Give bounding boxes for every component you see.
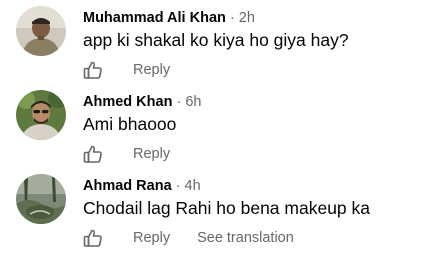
comment-text: app ki shakal ko kiya ho giya hay?: [83, 30, 349, 50]
comment-actions: Reply: [83, 59, 170, 81]
avatar[interactable]: [16, 6, 66, 56]
comment-time[interactable]: 6h: [185, 94, 201, 110]
thumbs-up-icon[interactable]: [83, 144, 103, 164]
reply-button[interactable]: Reply: [133, 146, 170, 162]
comment-author[interactable]: Ahmad Rana: [83, 178, 172, 194]
thumbs-up-icon[interactable]: [83, 60, 103, 80]
comment-header: Ahmad Rana · 4h: [83, 178, 201, 194]
avatar[interactable]: [16, 174, 66, 224]
comment-author[interactable]: Muhammad Ali Khan: [83, 10, 226, 26]
comment-text: Chodail lag Rahi ho bena makeup ka: [83, 198, 370, 218]
comment-actions: Reply: [83, 143, 170, 165]
comment-item: Ahmad Rana · 4h Chodail lag Rahi ho bena…: [0, 168, 439, 252]
header-separator: ·: [175, 178, 181, 194]
comment-actions: Reply See translation: [83, 227, 294, 249]
header-separator: ·: [229, 10, 235, 26]
comment-text: Ami bhaooo: [83, 114, 177, 134]
comment-author[interactable]: Ahmed Khan: [83, 94, 172, 110]
avatar[interactable]: [16, 90, 66, 140]
thumbs-up-icon[interactable]: [83, 228, 103, 248]
comment-header: Muhammad Ali Khan · 2h: [83, 10, 255, 26]
reply-button[interactable]: Reply: [133, 230, 170, 246]
see-translation-button[interactable]: See translation: [197, 230, 294, 246]
comment-item: Muhammad Ali Khan · 2h app ki shakal ko …: [0, 0, 439, 84]
reply-button[interactable]: Reply: [133, 62, 170, 78]
comment-list: Muhammad Ali Khan · 2h app ki shakal ko …: [0, 0, 439, 254]
comment-time[interactable]: 2h: [239, 10, 255, 26]
comment-time[interactable]: 4h: [185, 178, 201, 194]
comment-header: Ahmed Khan · 6h: [83, 94, 201, 110]
comment-item: Ahmed Khan · 6h Ami bhaooo Reply: [0, 84, 439, 168]
header-separator: ·: [176, 94, 182, 110]
